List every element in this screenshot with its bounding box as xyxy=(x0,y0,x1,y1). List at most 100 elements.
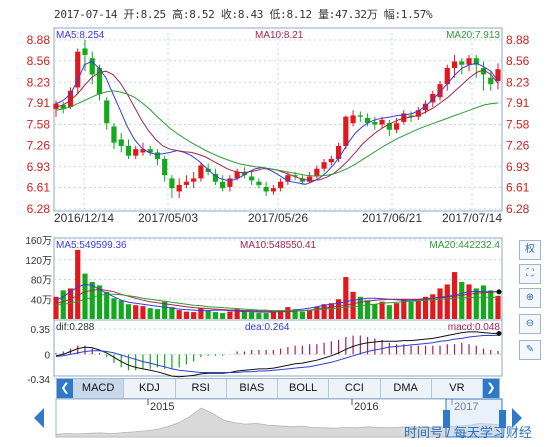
ma5-label: MA5:8.254 xyxy=(56,30,105,41)
candle-body xyxy=(133,149,139,156)
volume-bar xyxy=(198,308,204,319)
date-tick-label: 2017/05/03 xyxy=(138,211,198,225)
volume-bar xyxy=(393,303,400,319)
navigator-year-label: 2015 xyxy=(150,401,174,413)
dif-label: dif:0.288 xyxy=(56,322,95,333)
candle-body xyxy=(437,84,443,98)
candle-body xyxy=(451,61,458,68)
candle-body xyxy=(278,181,284,189)
volume-bar xyxy=(169,307,175,319)
dea-label: dea:0.264 xyxy=(245,322,290,333)
tab-rsi[interactable]: RSI xyxy=(176,379,227,398)
candle-body xyxy=(343,116,349,146)
tab-bias[interactable]: BIAS xyxy=(227,379,278,398)
price-tick-right: 7.26 xyxy=(506,138,530,152)
candle-body xyxy=(169,178,175,189)
price-tick-right: 6.93 xyxy=(506,160,530,174)
price-tick-left: 6.61 xyxy=(27,181,51,195)
navigator-year-label: 2016 xyxy=(354,401,378,413)
volume-bar xyxy=(437,288,443,319)
tab-boll[interactable]: BOLL xyxy=(278,379,330,398)
candle-body xyxy=(263,186,269,192)
zoom-out-icon[interactable]: ⊖ xyxy=(519,314,541,334)
tab-cci[interactable]: CCI xyxy=(329,379,381,398)
volume-tick-label: 120万 xyxy=(25,256,52,267)
date-tick-label: 2017/07/14 xyxy=(442,211,502,225)
volume-bar xyxy=(75,249,81,319)
candle-body xyxy=(256,181,262,185)
date-tick-label: 2016/12/14 xyxy=(54,211,114,225)
candle-body xyxy=(488,77,494,85)
candle-body xyxy=(176,184,182,192)
candle-body xyxy=(249,176,255,181)
volume-bar xyxy=(147,308,153,319)
volume-bar xyxy=(335,299,342,319)
candle-body xyxy=(466,58,472,65)
volume-bar xyxy=(205,310,211,319)
watermark: 时间号 / 每天学习财经 xyxy=(404,425,532,440)
volume-bar xyxy=(241,311,247,319)
indicator-tabs: ❮ MACD KDJ RSI BIAS BOLL CCI DMA VR ❯ xyxy=(56,378,500,399)
volume-bar xyxy=(307,310,313,319)
candle-body xyxy=(328,158,334,163)
volume-bar xyxy=(386,305,392,319)
volume-bar xyxy=(408,301,414,319)
rights-toggle-button[interactable]: 权 xyxy=(519,240,541,260)
macd-tick-label: -0.34 xyxy=(27,375,50,386)
macd-tick-label: 0 xyxy=(44,350,50,361)
volume-bar xyxy=(140,306,146,319)
price-tick-left: 6.93 xyxy=(27,160,51,174)
ma10-line xyxy=(55,69,499,181)
candle-body xyxy=(125,145,132,156)
price-tick-left: 7.58 xyxy=(27,118,51,132)
draw-tool-icon[interactable]: ✎ xyxy=(519,340,541,360)
price-tick-right: 7.91 xyxy=(506,96,530,110)
volume-bar xyxy=(364,300,371,319)
candle-body xyxy=(321,162,327,169)
candle-body xyxy=(350,115,356,124)
tabs-next-button[interactable]: ❯ xyxy=(483,379,499,398)
candle-body xyxy=(372,121,378,125)
candle-body xyxy=(89,58,95,75)
volume-bar xyxy=(480,285,487,319)
price-tick-left: 8.56 xyxy=(27,54,51,68)
volume-bar xyxy=(321,304,327,319)
zoom-in-icon[interactable]: ⊕ xyxy=(519,288,541,308)
volume-bar xyxy=(299,311,305,319)
ma20-line xyxy=(55,90,499,177)
volume-bar xyxy=(256,313,262,319)
price-tick-left: 6.28 xyxy=(27,202,51,216)
candle-body xyxy=(379,119,385,125)
volume-bar xyxy=(220,313,226,319)
tab-vr[interactable]: VR xyxy=(432,379,483,398)
tabs-prev-button[interactable]: ❮ xyxy=(57,379,73,398)
candle-body xyxy=(118,139,124,146)
ma20-label: MA20:7.913 xyxy=(446,30,500,41)
volume-bar xyxy=(415,300,421,319)
volume-bar xyxy=(125,304,132,319)
scroll-left-arrow-icon xyxy=(34,408,44,428)
macd-tick-label: 0.35 xyxy=(31,325,51,336)
fullscreen-icon[interactable]: ⛶ xyxy=(519,264,541,284)
volume-bar xyxy=(328,303,334,319)
date-tick-label: 2017/06/21 xyxy=(362,211,422,225)
candle-body xyxy=(154,152,161,159)
volume-bar xyxy=(285,307,291,319)
price-tick-left: 7.91 xyxy=(27,96,51,110)
price-tick-left: 7.26 xyxy=(27,138,51,152)
volume-ma10-label: MA10:548550.41 xyxy=(240,240,317,251)
volume-bar xyxy=(154,309,161,319)
candle-body xyxy=(270,188,276,192)
tab-dma[interactable]: DMA xyxy=(381,379,432,398)
candle-body xyxy=(314,168,320,177)
volume-tick-label: 160万 xyxy=(25,236,52,247)
volume-bar xyxy=(495,295,501,319)
volume-tick-label: 80万 xyxy=(31,276,52,287)
tab-kdj[interactable]: KDJ xyxy=(124,379,176,398)
tab-macd[interactable]: MACD xyxy=(73,379,125,398)
candle-body xyxy=(357,115,363,117)
volume-ma20-label: MA20:442232.4 xyxy=(429,240,500,251)
date-tick-label: 2017/05/26 xyxy=(248,211,308,225)
volume-bar xyxy=(191,312,197,319)
price-tick-right: 8.23 xyxy=(506,75,530,89)
